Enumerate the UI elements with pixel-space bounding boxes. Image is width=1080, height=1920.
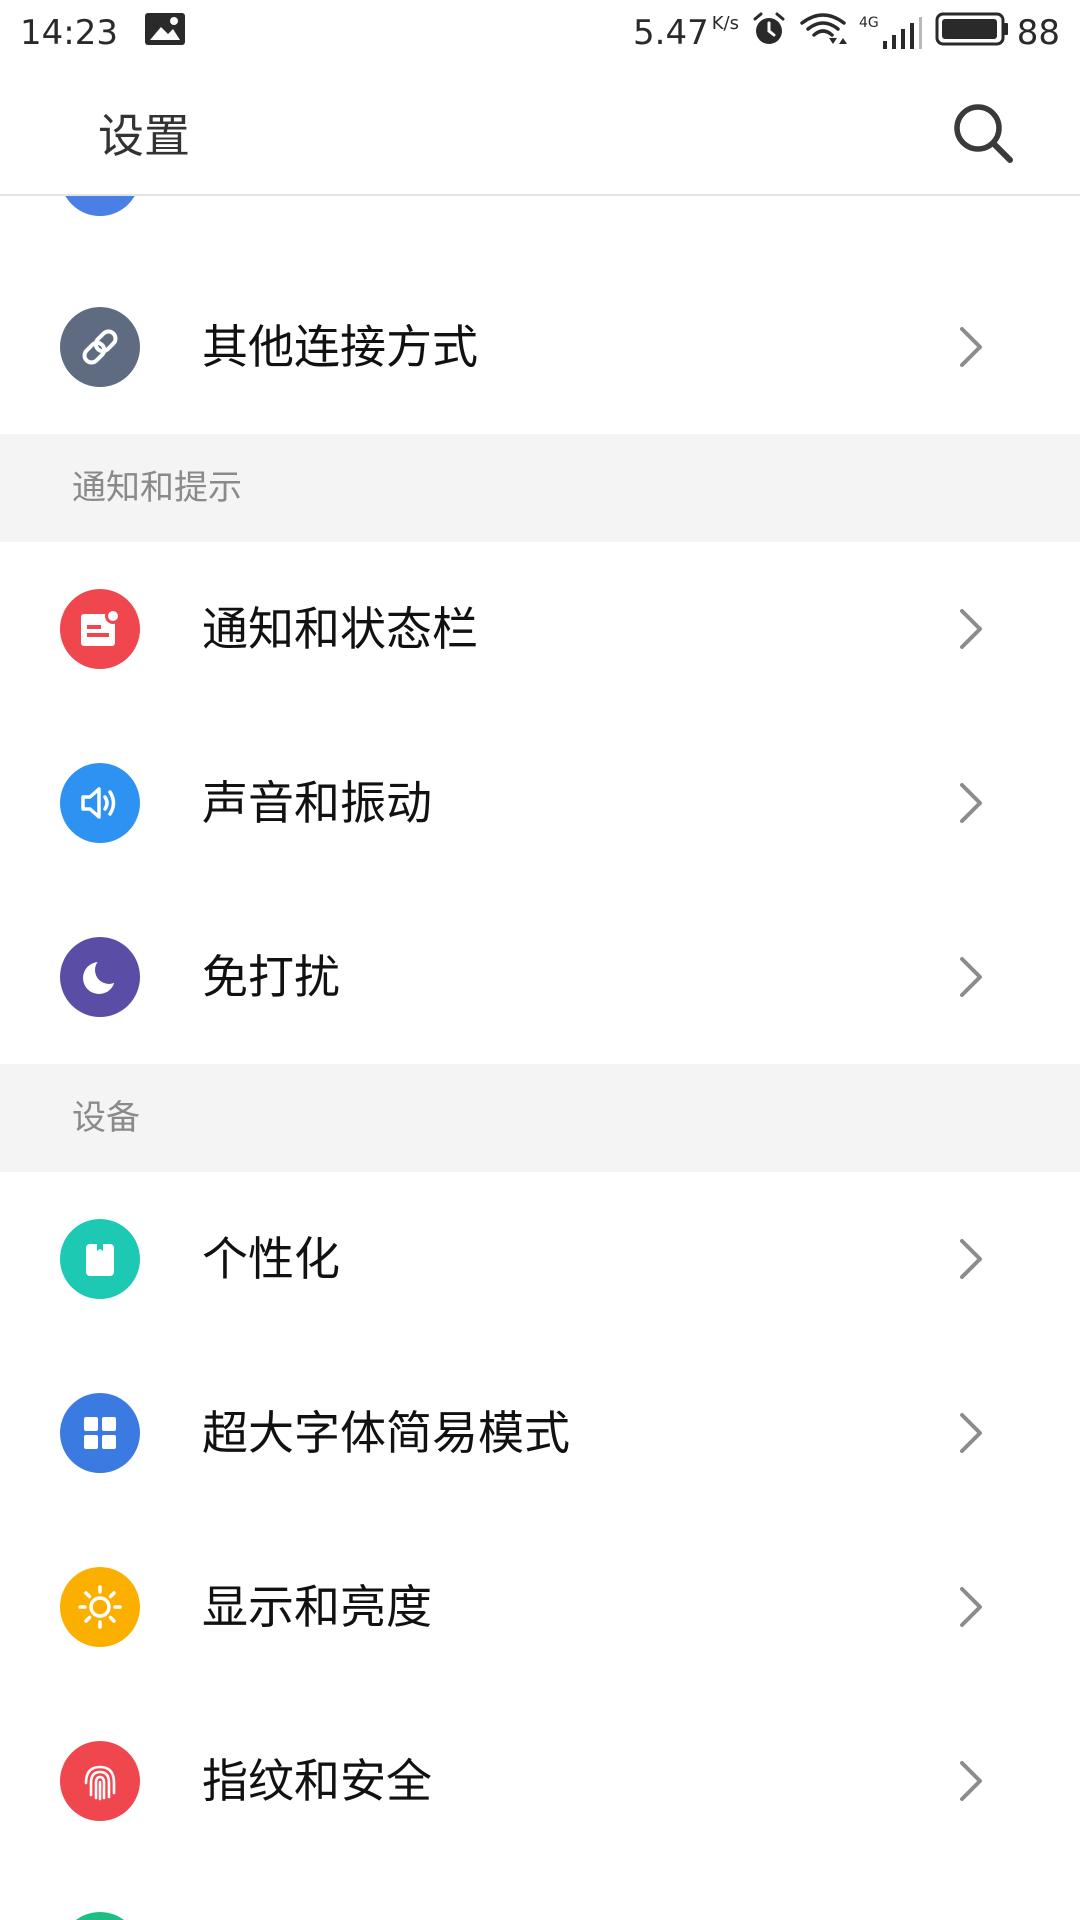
settings-item-fingerprint[interactable]: 指纹和安全 [0, 1694, 1080, 1868]
settings-item-label: 指纹和安全 [202, 1754, 432, 1808]
sun-icon [60, 1567, 140, 1647]
settings-item-display[interactable]: 显示和亮度 [0, 1520, 1080, 1694]
personalize-icon [60, 1219, 140, 1299]
search-button[interactable] [948, 98, 1018, 168]
app-bar: 设置 [0, 66, 1080, 196]
settings-item-label: 个性化 [202, 1232, 340, 1286]
partial-item-icon [60, 196, 140, 216]
section-title: 设备 [72, 1098, 140, 1138]
link-icon [60, 307, 140, 387]
battery-indicator: 88 [935, 12, 1060, 55]
wifi-icon [799, 11, 847, 56]
search-icon [948, 104, 1018, 172]
notification-icon [60, 589, 140, 669]
speaker-icon [60, 763, 140, 843]
chevron-right-icon [956, 1237, 986, 1281]
chevron-right-icon [956, 1411, 986, 1455]
signal-icon: 4G [859, 15, 923, 51]
settings-item-personalization[interactable]: 个性化 [0, 1172, 1080, 1346]
chevron-right-icon [956, 1759, 986, 1803]
moon-icon [60, 937, 140, 1017]
net-speed-unit: K/s [711, 13, 739, 34]
status-time: 14:23 [20, 13, 118, 53]
settings-screen: 14:23 5.47 K/s 4G 88 设置 其他连接方式 通知和提示 通知和… [0, 0, 1080, 1920]
chevron-right-icon [956, 325, 986, 369]
page-title: 设置 [98, 109, 190, 163]
battery-level: 88 [1016, 13, 1060, 53]
settings-item-label: 免打扰 [202, 950, 340, 1004]
settings-item-notifications[interactable]: 通知和状态栏 [0, 542, 1080, 716]
battery-icon [935, 12, 1009, 55]
settings-item-easy-mode[interactable]: 超大字体简易模式 [0, 1346, 1080, 1520]
partial-item-icon [60, 1912, 140, 1920]
image-notification-icon [144, 12, 186, 55]
settings-list: 其他连接方式 通知和提示 通知和状态栏 声音和振动 免打扰 设备 个性化 超大字… [0, 196, 1080, 1920]
section-header-notifications: 通知和提示 [0, 434, 1080, 542]
network-type: 4G [858, 15, 879, 31]
chevron-right-icon [956, 781, 986, 825]
fingerprint-icon [60, 1741, 140, 1821]
settings-item-label: 显示和亮度 [202, 1580, 432, 1634]
settings-item-label: 超大字体简易模式 [202, 1406, 570, 1460]
settings-item-label: 其他连接方式 [202, 320, 478, 374]
chevron-right-icon [956, 1585, 986, 1629]
settings-item-label: 通知和状态栏 [202, 602, 478, 656]
alarm-icon [751, 11, 787, 56]
settings-item-label: 声音和振动 [202, 776, 432, 830]
settings-item-other-connections[interactable]: 其他连接方式 [0, 260, 1080, 434]
net-speed: 5.47 K/s [633, 13, 739, 53]
chevron-right-icon [956, 607, 986, 651]
settings-item-sound[interactable]: 声音和振动 [0, 716, 1080, 890]
chevron-right-icon [956, 955, 986, 999]
grid-icon [60, 1393, 140, 1473]
settings-item-do-not-disturb[interactable]: 免打扰 [0, 890, 1080, 1064]
status-bar: 14:23 5.47 K/s 4G 88 [0, 0, 1080, 66]
net-speed-value: 5.47 [633, 13, 709, 53]
section-header-device: 设备 [0, 1064, 1080, 1172]
section-title: 通知和提示 [72, 468, 242, 508]
